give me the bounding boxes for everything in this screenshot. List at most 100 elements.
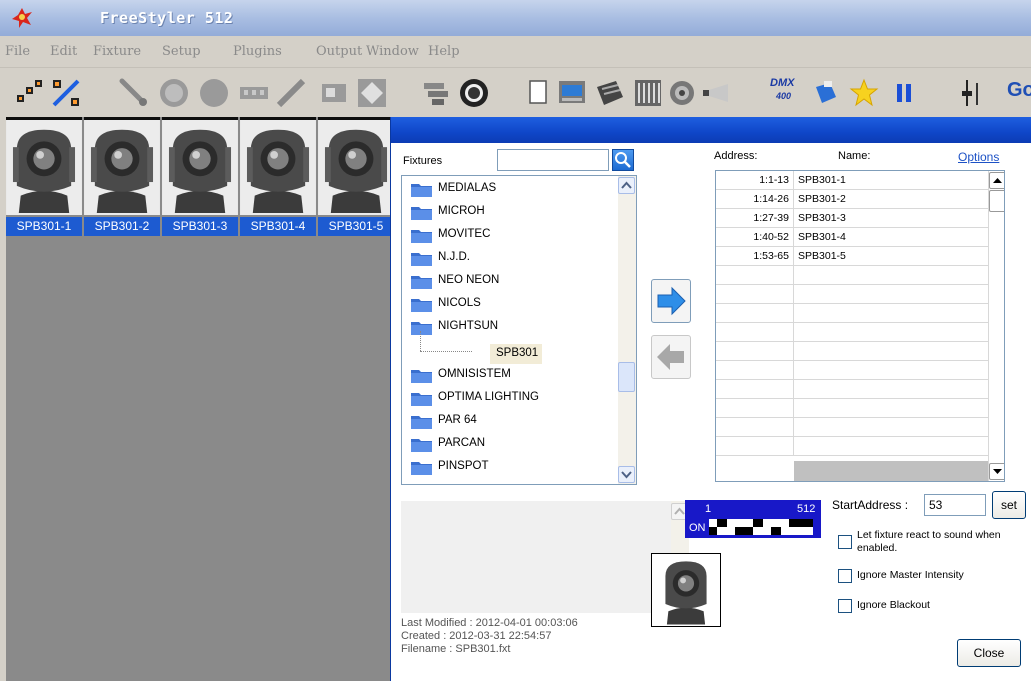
options-link[interactable]: Options [958, 150, 999, 164]
star-icon[interactable] [848, 77, 880, 109]
address-cell [716, 342, 794, 361]
table-row [716, 361, 988, 380]
tree-label: PAR 64 [438, 414, 477, 426]
ignore-master-intensity-checkbox[interactable] [838, 569, 852, 583]
scroll-thumb[interactable] [618, 362, 635, 392]
panel-tool-icon[interactable] [318, 77, 350, 109]
menu-window[interactable]: Window [366, 44, 419, 59]
stack-icon[interactable] [420, 77, 452, 109]
menu-setup[interactable]: Setup [162, 44, 201, 59]
master-fader-icon[interactable] [956, 77, 988, 109]
fixture-tile[interactable]: SPB301-1 [6, 117, 82, 241]
close-button[interactable]: Close [957, 639, 1021, 667]
scroll-thumb[interactable] [989, 190, 1004, 212]
fixture-name: SPB301-4 [240, 217, 316, 236]
faders-icon[interactable] [632, 77, 664, 109]
grid-empty-area [794, 461, 988, 481]
add-fixture-dialog: Fixtures MEDIALAS MICROH MOVITEC N.J.D. … [390, 117, 1031, 681]
circle-tool-icon[interactable] [158, 77, 190, 109]
table-row[interactable]: 1:14-26 SPB301-2 [716, 190, 988, 209]
search-button[interactable] [612, 149, 634, 171]
fixture-metadata: Last Modified : 2012-04-01 00:03:06 Crea… [401, 617, 578, 656]
table-row[interactable]: 1:53-65 SPB301-5 [716, 247, 988, 266]
dialog-title-bar[interactable] [391, 117, 1031, 143]
fixture-tile[interactable]: SPB301-5 [318, 117, 394, 241]
fixture-tile[interactable]: SPB301-2 [84, 117, 160, 241]
arrow-right-icon [657, 286, 686, 316]
chevron-down-icon [621, 471, 632, 479]
tree-label: NICOLS [438, 297, 481, 309]
pause-icon[interactable] [888, 77, 920, 109]
address-cell [716, 399, 794, 418]
go-button[interactable]: Go [1007, 79, 1031, 102]
add-fixture-button[interactable] [651, 279, 691, 323]
dmx-400-icon[interactable]: DMX 400 [766, 75, 806, 111]
circle-fill-icon[interactable] [198, 77, 230, 109]
menu-edit[interactable]: Edit [50, 44, 77, 59]
address-cell [716, 437, 794, 456]
fixture-tile[interactable]: SPB301-4 [240, 117, 316, 241]
moving-head-icon [318, 117, 394, 215]
set-button[interactable]: set [992, 491, 1026, 519]
fixture-name: SPB301-3 [162, 217, 238, 236]
address-cell [716, 323, 794, 342]
name-cell: SPB301-5 [798, 250, 846, 262]
diamond-tool-icon[interactable] [356, 77, 388, 109]
title-bar: FreeStyler 512 [0, 0, 1031, 36]
menu-plugins[interactable]: Plugins [233, 44, 282, 59]
tree-connector [420, 351, 472, 352]
unlink-fixtures-icon[interactable] [50, 77, 82, 109]
line-tool-icon[interactable] [118, 77, 150, 109]
speaker-icon[interactable] [666, 77, 698, 109]
table-row [716, 266, 988, 285]
menu-file[interactable]: File [5, 44, 30, 59]
fan-tool-icon[interactable] [238, 77, 270, 109]
paint-bucket-icon[interactable] [810, 77, 842, 109]
tree-label: MICROH [438, 205, 485, 217]
scroll-up-button[interactable] [989, 172, 1004, 189]
patched-fixtures-grid[interactable]: 1:1-13 SPB301-1 1:14-26 SPB301-2 1:27-39… [715, 170, 1005, 482]
open-folder-icon [411, 322, 432, 335]
table-row[interactable]: 1:40-52 SPB301-4 [716, 228, 988, 247]
new-document-icon[interactable] [522, 77, 554, 109]
folder-icon [411, 462, 432, 475]
tree-item-selected[interactable]: SPB301 [490, 344, 542, 364]
menu-output[interactable]: Output [316, 44, 362, 59]
start-address-label: StartAddress : [832, 498, 909, 512]
address-cell: 1:40-52 [716, 228, 794, 247]
fixture-tree[interactable]: MEDIALAS MICROH MOVITEC N.J.D. NEO NEON … [401, 175, 637, 485]
menu-help[interactable]: Help [428, 44, 460, 59]
ignore-blackout-checkbox[interactable] [838, 599, 852, 613]
scroll-up-button[interactable] [618, 177, 635, 194]
fixture-name: SPB301-2 [84, 217, 160, 236]
name-cell: SPB301-1 [798, 174, 846, 186]
react-to-sound-checkbox[interactable] [838, 535, 852, 549]
fixture-search-input[interactable] [497, 149, 609, 171]
tree-label: PINSPOT [438, 460, 489, 472]
table-row [716, 399, 988, 418]
tree-label: OPTIMA LIGHTING [438, 391, 539, 403]
tree-scrollbar[interactable] [618, 176, 636, 484]
grid-scrollbar[interactable] [988, 171, 1004, 481]
menu-fixture[interactable]: Fixture [93, 44, 141, 59]
remove-fixture-button[interactable] [651, 335, 691, 379]
table-row[interactable]: 1:1-13 SPB301-1 [716, 171, 988, 190]
cue-icon[interactable] [556, 77, 588, 109]
moving-head-icon [240, 117, 316, 215]
folder-icon [411, 207, 432, 220]
fixture-tile[interactable]: SPB301-3 [162, 117, 238, 241]
created-date: Created : 2012-03-31 22:54:57 [401, 630, 552, 642]
ramp-tool-icon[interactable] [275, 77, 307, 109]
moving-head-icon [84, 117, 160, 215]
sequence-icon[interactable] [594, 77, 626, 109]
start-address-input[interactable]: 53 [924, 494, 986, 516]
link-fixtures-icon[interactable] [14, 77, 46, 109]
scroll-down-button[interactable] [618, 466, 635, 483]
address-cell: 1:27-39 [716, 209, 794, 228]
scroll-down-button[interactable] [989, 463, 1004, 480]
spotlight-icon[interactable] [700, 77, 732, 109]
3d-view-icon[interactable] [458, 77, 490, 109]
address-cell [716, 361, 794, 380]
table-row[interactable]: 1:27-39 SPB301-3 [716, 209, 988, 228]
fixture-description [401, 501, 671, 613]
